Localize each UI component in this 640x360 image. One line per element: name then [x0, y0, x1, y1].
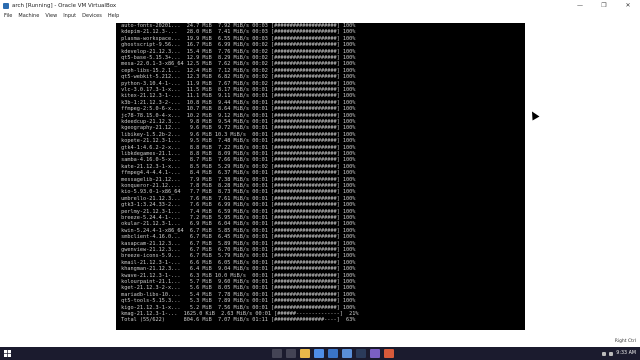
console-line: Total (55/622) 804.6 MiB 7.07 MiB/s 01:1… [118, 317, 356, 324]
mail-icon[interactable] [328, 349, 338, 358]
window-titlebar[interactable]: arch [Running] - Oracle VM VirtualBox — … [0, 0, 640, 11]
vm-console-screen[interactable]: auto-fonts-20201... 24.7 MiB 7.92 MiB/s … [116, 23, 525, 330]
menu-input[interactable]: Input [63, 13, 76, 19]
taskbar-app-list [270, 349, 396, 358]
windows-taskbar: 9:33 AM [0, 347, 640, 360]
menubar: File Machine View Input Devices Help [0, 11, 640, 20]
system-tray: 9:33 AM [602, 347, 636, 360]
virtualbox-icon[interactable] [370, 349, 380, 358]
restore-icon: ❐ [601, 2, 607, 9]
task-view-icon[interactable] [286, 349, 296, 358]
search-icon[interactable] [272, 349, 282, 358]
store-icon[interactable] [342, 349, 352, 358]
start-button[interactable] [0, 347, 14, 360]
menu-help[interactable]: Help [108, 13, 119, 19]
menu-machine[interactable]: Machine [18, 13, 39, 19]
network-icon[interactable] [602, 351, 607, 356]
terminal-icon[interactable] [356, 349, 366, 358]
chrome-icon[interactable] [314, 349, 324, 358]
menu-file[interactable]: File [4, 13, 12, 19]
menu-devices[interactable]: Devices [82, 13, 102, 19]
volume-icon[interactable] [609, 351, 614, 356]
clock[interactable]: 9:33 AM [616, 351, 636, 356]
host-key-label: Right Ctrl [614, 339, 636, 344]
menu-view[interactable]: View [45, 13, 57, 19]
file-explorer-icon[interactable] [300, 349, 310, 358]
restore-button[interactable]: ❐ [592, 0, 616, 11]
close-button[interactable]: ✕ [616, 0, 640, 11]
minimize-button[interactable]: — [568, 0, 592, 11]
other-icon[interactable] [384, 349, 394, 358]
minimize-icon: — [577, 2, 583, 9]
close-icon: ✕ [625, 2, 631, 9]
virtualbox-app-icon [3, 2, 9, 9]
window-title: arch [Running] - Oracle VM VirtualBox [12, 2, 117, 9]
windows-logo-icon [3, 350, 11, 357]
